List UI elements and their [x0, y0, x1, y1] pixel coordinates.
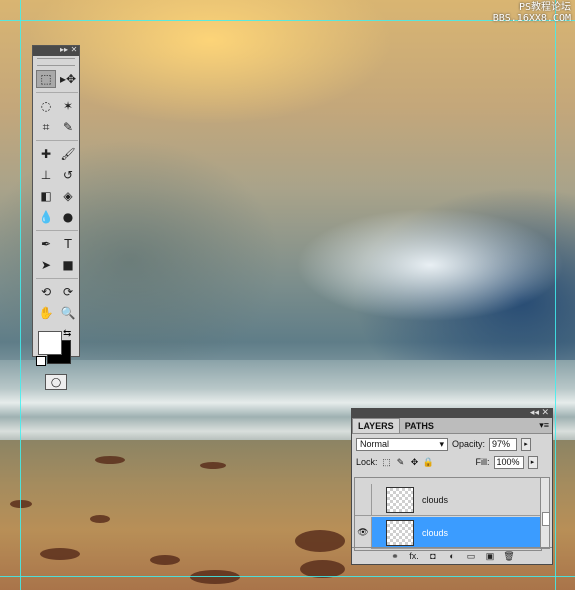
layers-panel-titlebar[interactable]: ◂◂ ✕ — [352, 407, 552, 418]
tool-separator — [36, 140, 78, 141]
quick-mask-button[interactable]: ◯ — [45, 374, 67, 390]
tool-separator — [36, 92, 78, 93]
move-tool[interactable]: ▸✥ — [58, 70, 78, 88]
tools-grid: ⬚ ▸✥ ◌ ✶ ⌗ ✎ ✚ 🖌 ⊥ ↺ ◧ ◈ 💧 ● ✒ T ➤ ■ ⟲ ⟳ ✋ 🔍 — [33, 66, 79, 322]
seaweed — [150, 555, 180, 565]
tools-panel-grip[interactable] — [37, 58, 75, 66]
chevron-down-icon: ▾ — [439, 438, 444, 449]
lock-all-icon[interactable]: 🔒 — [423, 457, 434, 467]
eye-icon[interactable]: 👁 — [355, 516, 372, 549]
watermark-line1: PS教程论坛 — [518, 2, 571, 13]
eyedropper-tool[interactable]: ✎ — [58, 118, 78, 136]
lock-position-icon[interactable]: ✥ — [410, 457, 420, 467]
fill-label: Fill: — [475, 457, 490, 467]
delete-icon[interactable]: 🗑 — [502, 550, 516, 562]
healing-brush-tool[interactable]: ✚ — [36, 145, 56, 163]
adjustment-icon[interactable]: ◐ — [445, 550, 459, 562]
type-tool[interactable]: T — [58, 235, 78, 253]
layer-thumbnail — [386, 519, 414, 546]
seaweed — [95, 456, 125, 464]
visibility-toggle[interactable] — [355, 483, 372, 516]
new-layer-icon[interactable]: ▣ — [483, 550, 497, 562]
blur-tool[interactable]: 💧 — [36, 208, 56, 226]
layers-panel: ◂◂ ✕ LAYERS PATHS ▾≡ Normal ▾ Opacity: 9… — [351, 407, 553, 565]
link-layers-icon[interactable]: ⚭ — [388, 550, 402, 562]
opacity-field[interactable]: 97% — [489, 437, 518, 451]
layers-panel-controls[interactable]: ◂◂ ✕ — [530, 407, 549, 418]
layers-list: clouds 👁 clouds — [354, 477, 542, 551]
guide-horizontal-top[interactable] — [0, 20, 575, 21]
tool-separator — [36, 230, 78, 231]
lock-label: Lock: — [356, 457, 378, 467]
opacity-value: 97% — [492, 439, 511, 449]
layer-row-selected[interactable]: 👁 clouds — [355, 516, 541, 549]
color-swatches: ⇆ — [33, 328, 79, 368]
blend-row: Normal ▾ Opacity: 97% ▸ — [352, 434, 552, 454]
guide-horizontal-bottom[interactable] — [0, 576, 575, 577]
brush-tool[interactable]: 🖌 — [58, 145, 78, 163]
marquee-tool[interactable]: ⬚ — [36, 70, 56, 88]
opacity-label: Opacity: — [452, 439, 486, 449]
guide-vertical-left[interactable] — [20, 0, 21, 590]
fx-icon[interactable]: fx. — [407, 550, 421, 562]
crop-tool[interactable]: ⌗ — [36, 118, 56, 136]
3d-orbit-tool[interactable]: ⟳ — [58, 283, 78, 301]
blend-mode-select[interactable]: Normal ▾ — [356, 437, 448, 451]
layer-name[interactable]: clouds — [422, 528, 448, 538]
seaweed — [190, 570, 240, 584]
layer-row-partial[interactable] — [355, 477, 541, 478]
layers-panel-footer: ⚭ fx. ◘ ◐ ▭ ▣ 🗑 — [352, 547, 552, 564]
blend-mode-value: Normal — [360, 439, 390, 449]
quick-mask-icon: ◯ — [50, 376, 62, 387]
rectangle-tool[interactable]: ■ — [58, 256, 78, 274]
watermark-line2: BBS.16XX8.COM — [492, 13, 571, 24]
hand-tool[interactable]: ✋ — [36, 304, 56, 322]
seaweed — [295, 530, 345, 552]
panel-menu-icon[interactable]: ▾≡ — [539, 420, 549, 431]
seaweed — [40, 548, 80, 560]
add-mask-icon[interactable]: ◘ — [426, 550, 440, 562]
lock-transparency-icon[interactable]: ⬚ — [382, 457, 392, 467]
visibility-toggle[interactable] — [355, 477, 372, 478]
tools-panel-titlebar[interactable]: ▸▸ ✕ — [33, 45, 79, 56]
dodge-tool[interactable]: ● — [58, 208, 78, 226]
magic-wand-tool[interactable]: ✶ — [58, 97, 78, 115]
history-brush-tool[interactable]: ↺ — [58, 166, 78, 184]
layer-name[interactable]: clouds — [422, 495, 448, 505]
layers-scrollbar[interactable] — [540, 477, 550, 549]
3d-rotate-tool[interactable]: ⟲ — [36, 283, 56, 301]
default-colors-icon[interactable] — [36, 356, 46, 366]
layer-thumbnail — [386, 486, 414, 513]
opacity-slider-button[interactable]: ▸ — [521, 437, 532, 451]
tools-panel: ▸▸ ✕ ⬚ ▸✥ ◌ ✶ ⌗ ✎ ✚ 🖌 ⊥ ↺ ◧ ◈ 💧 ● ✒ T ➤ ■ ⟲ ⟳ ✋ 🔍 ⇆ ◯ — [32, 45, 80, 390]
group-icon[interactable]: ▭ — [464, 550, 478, 562]
foreground-color-swatch[interactable] — [38, 331, 62, 355]
guide-vertical-right[interactable] — [555, 0, 556, 590]
scrollbar-thumb[interactable] — [542, 512, 550, 526]
seaweed — [200, 462, 226, 469]
clone-stamp-tool[interactable]: ⊥ — [36, 166, 56, 184]
pen-tool[interactable]: ✒ — [36, 235, 56, 253]
tools-panel-controls[interactable]: ▸▸ ✕ — [60, 45, 77, 54]
fill-field[interactable]: 100% — [493, 455, 524, 469]
tool-separator — [36, 278, 78, 279]
eraser-tool[interactable]: ◧ — [36, 187, 56, 205]
tab-layers[interactable]: LAYERS — [352, 418, 400, 433]
path-selection-tool[interactable]: ➤ — [36, 256, 56, 274]
watermark: PS教程论坛 BBS.16XX8.COM — [493, 2, 571, 24]
seaweed — [90, 515, 110, 523]
layer-row[interactable]: clouds — [355, 483, 541, 516]
swap-colors-icon[interactable]: ⇆ — [63, 328, 71, 339]
tab-paths[interactable]: PATHS — [400, 419, 439, 433]
fill-slider-button[interactable]: ▸ — [527, 455, 538, 469]
layers-panel-tabs: LAYERS PATHS ▾≡ — [352, 418, 552, 434]
lock-image-icon[interactable]: ✎ — [396, 457, 406, 467]
fill-value: 100% — [496, 457, 520, 467]
lock-row: Lock: ⬚ ✎ ✥ 🔒 Fill: 100% ▸ — [352, 454, 552, 470]
paint-bucket-tool[interactable]: ◈ — [58, 187, 78, 205]
lasso-tool[interactable]: ◌ — [36, 97, 56, 115]
zoom-tool[interactable]: 🔍 — [58, 304, 78, 322]
seaweed — [10, 500, 32, 508]
